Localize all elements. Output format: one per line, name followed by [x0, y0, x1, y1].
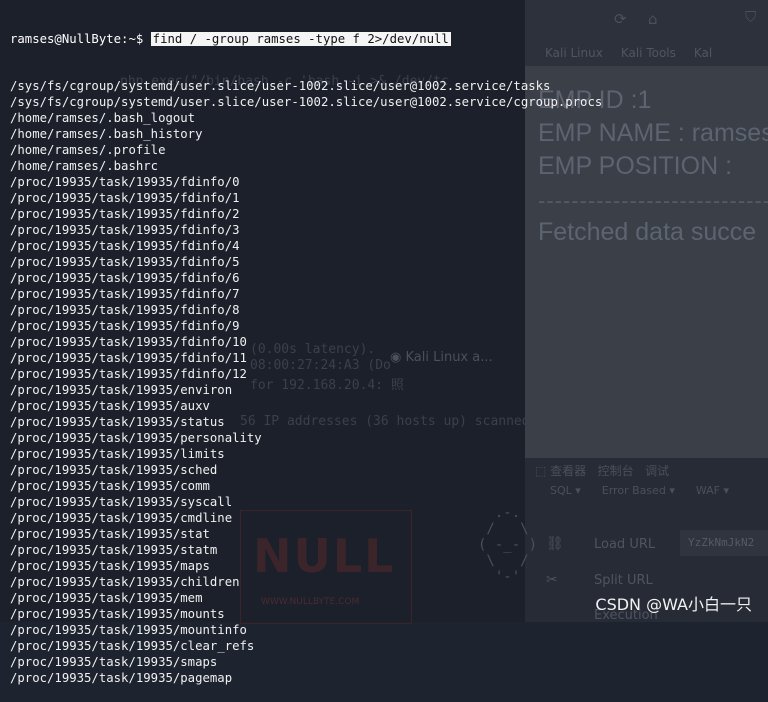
output-line: /proc/19935/task/19935/fdinfo/12	[10, 367, 247, 381]
output-line: /proc/19935/task/19935/syscall	[10, 495, 233, 509]
output-line: /proc/19935/task/19935/fdinfo/3	[10, 223, 240, 237]
output-line: /proc/19935/task/19935/smaps	[10, 655, 218, 669]
output-line: /proc/19935/task/19935/maps	[10, 559, 210, 573]
output-line: /proc/19935/task/19935/fdinfo/6	[10, 271, 240, 285]
shell-prompt: ramses@NullByte:~$	[10, 32, 151, 46]
output-line: /proc/19935/task/19935/sched	[10, 463, 218, 477]
find-command: find / -group ramses -type f 2>/dev/null	[150, 32, 451, 46]
output-line: /sys/fs/cgroup/systemd/user.slice/user-1…	[10, 95, 603, 109]
output-line: /sys/fs/cgroup/systemd/user.slice/user-1…	[10, 79, 551, 93]
output-line: /proc/19935/task/19935/fdinfo/10	[10, 335, 247, 349]
output-line: /home/ramses/.profile	[10, 143, 166, 157]
output-line: /proc/19935/task/19935/stat	[10, 527, 210, 541]
output-line: /proc/19935/task/19935/fdinfo/4	[10, 239, 240, 253]
output-line: /proc/19935/task/19935/auxv	[10, 399, 210, 413]
output-line: /proc/19935/task/19935/fdinfo/9	[10, 319, 240, 333]
output-line: /home/ramses/.bash_logout	[10, 111, 196, 125]
output-line: /home/ramses/.bash_history	[10, 127, 203, 141]
output-line: /home/ramses/.bashrc	[10, 159, 159, 173]
output-line: /proc/19935/task/19935/cmdline	[10, 511, 233, 525]
csdn-watermark: CSDN @WA小白一只	[595, 595, 752, 614]
output-line: /proc/19935/task/19935/fdinfo/7	[10, 287, 240, 301]
output-line: /proc/19935/task/19935/fdinfo/5	[10, 255, 240, 269]
output-line: /proc/19935/task/19935/mountinfo	[10, 623, 247, 637]
output-line: /proc/19935/task/19935/clear_refs	[10, 639, 255, 653]
output-line: /proc/19935/task/19935/pagemap	[10, 671, 233, 685]
output-line: /proc/19935/task/19935/fdinfo/8	[10, 303, 240, 317]
prompt-line: ramses@NullByte:~$ find / -group ramses …	[10, 32, 768, 46]
output-line: /proc/19935/task/19935/environ	[10, 383, 233, 397]
output-line: /proc/19935/task/19935/comm	[10, 479, 210, 493]
output-line: /proc/19935/task/19935/fdinfo/1	[10, 191, 240, 205]
output-line: /proc/19935/task/19935/limits	[10, 447, 225, 461]
output-line: /proc/19935/task/19935/fdinfo/2	[10, 207, 240, 221]
output-line: /proc/19935/task/19935/statm	[10, 543, 218, 557]
terminal-output[interactable]: ramses@NullByte:~$ find / -group ramses …	[0, 0, 768, 685]
output-line: /proc/19935/task/19935/status	[10, 415, 225, 429]
output-line: /proc/19935/task/19935/children	[10, 575, 240, 589]
output-line: /proc/19935/task/19935/personality	[10, 431, 262, 445]
output-line: /proc/19935/task/19935/fdinfo/0	[10, 175, 240, 189]
output-line: /proc/19935/task/19935/fdinfo/11	[10, 351, 247, 365]
